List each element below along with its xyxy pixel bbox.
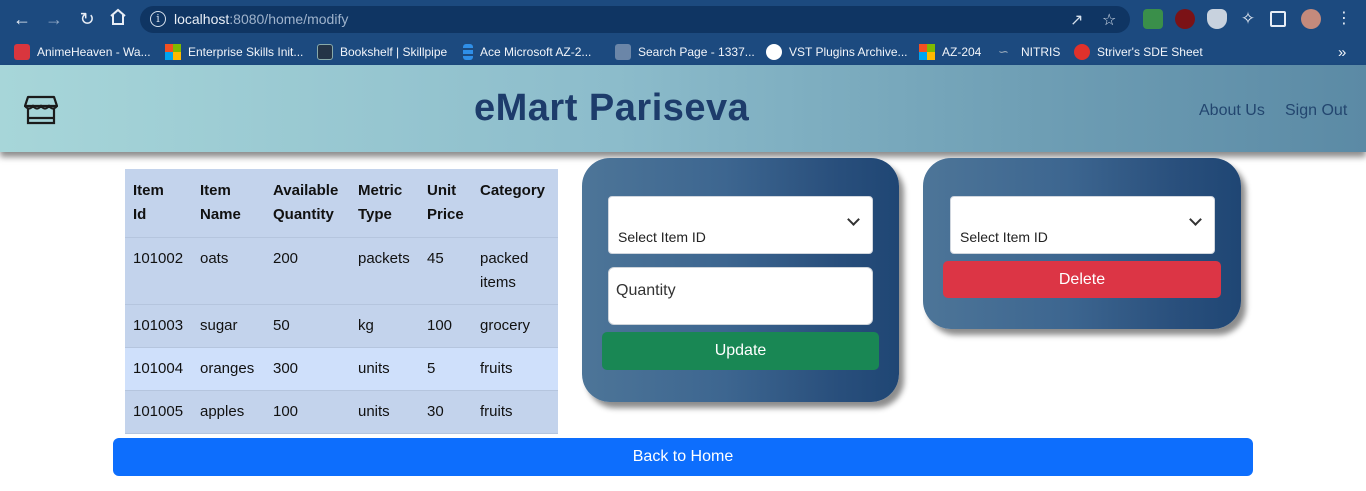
bookmark-item[interactable]: VST Plugins Archive... xyxy=(766,43,908,61)
delete-item-select[interactable]: Select Item ID xyxy=(950,196,1215,254)
browser-toolbar: ← → ↻ i localhost:8080/home/modify ↗ ☆ ✧… xyxy=(0,0,1366,38)
reload-icon[interactable]: ↻ xyxy=(76,8,98,30)
cell-metric: units xyxy=(350,347,419,391)
cell-category: fruits xyxy=(472,347,558,391)
chevron-down-icon xyxy=(1189,213,1202,226)
cell-category: grocery xyxy=(472,304,558,348)
bookmark-item[interactable]: Striver's SDE Sheet xyxy=(1074,43,1203,61)
cell-quantity: 100 xyxy=(265,390,350,434)
column-header: Unit Price xyxy=(419,169,472,238)
cell-item-id: 101004 xyxy=(125,347,192,391)
microsoft-icon xyxy=(165,44,181,60)
menu-icon[interactable]: ⋮ xyxy=(1333,8,1355,30)
cell-quantity: 300 xyxy=(265,347,350,391)
about-us-link[interactable]: About Us xyxy=(1199,102,1265,120)
stack-icon xyxy=(463,44,473,60)
tuf-icon xyxy=(1074,44,1090,60)
cell-price: 45 xyxy=(419,237,472,305)
delete-panel: Select Item ID Delete xyxy=(923,158,1241,329)
brand-title: eMart Pariseva xyxy=(474,87,750,129)
chevron-down-icon xyxy=(847,213,860,226)
update-item-select[interactable]: Select Item ID xyxy=(608,196,873,254)
table-row: 101005 apples 100 units 30 fruits xyxy=(125,390,558,434)
bookmark-item[interactable]: AnimeHeaven - Wa... xyxy=(14,43,151,61)
url-text: localhost:8080/home/modify xyxy=(174,11,349,27)
bookmarks-overflow[interactable]: » xyxy=(1338,43,1346,61)
ublock-icon[interactable] xyxy=(1175,9,1195,29)
back-arrow-icon[interactable]: ← xyxy=(11,8,33,30)
bookmark-item[interactable]: Ace Microsoft AZ-2... xyxy=(463,43,591,61)
cell-category: packed items xyxy=(472,237,558,305)
sign-out-link[interactable]: Sign Out xyxy=(1285,102,1347,120)
globe-icon xyxy=(766,44,782,60)
nitris-icon: ∽ xyxy=(998,44,1009,59)
address-bar[interactable]: i localhost:8080/home/modify ↗ ☆ xyxy=(140,6,1130,33)
bookmark-item[interactable]: Bookshelf | Skillpipe xyxy=(317,43,447,61)
inventory-table: Item Id Item Name Available Quantity Metric… xyxy=(125,169,558,434)
animeheaven-icon xyxy=(14,44,30,60)
cell-metric: units xyxy=(350,390,419,434)
column-header: Available Quantity xyxy=(265,169,350,238)
quantity-input[interactable]: Quantity xyxy=(608,267,873,325)
store-icon[interactable] xyxy=(24,95,58,125)
delete-button[interactable]: Delete xyxy=(943,261,1221,298)
cell-item-id: 101002 xyxy=(125,237,192,305)
skillpipe-icon xyxy=(317,44,333,60)
extension-green-icon[interactable] xyxy=(1143,9,1163,29)
table-row: 101002 oats 200 packets 45 packed items xyxy=(125,237,558,305)
column-header: Metric Type xyxy=(350,169,419,238)
bookmark-item[interactable]: Search Page - 1337... xyxy=(615,43,755,61)
cell-price: 100 xyxy=(419,304,472,348)
site-info-icon[interactable]: i xyxy=(150,11,166,27)
share-icon[interactable]: ↗ xyxy=(1070,10,1083,30)
table-row: 101004 oranges 300 units 5 fruits xyxy=(125,347,558,391)
back-to-home-button[interactable]: Back to Home xyxy=(113,438,1253,476)
table-header-row: Item Id Item Name Available Quantity Metric… xyxy=(125,169,558,238)
bookmark-star-icon[interactable]: ☆ xyxy=(1102,10,1116,30)
update-panel: Select Item ID Quantity Update xyxy=(582,158,899,402)
cell-category: fruits xyxy=(472,390,558,434)
cell-metric: kg xyxy=(350,304,419,348)
cell-metric: packets xyxy=(350,237,419,305)
home-icon[interactable] xyxy=(107,8,129,30)
avatar[interactable] xyxy=(1301,9,1321,29)
bookmark-item[interactable]: ∽ NITRIS xyxy=(998,43,1060,61)
bookmark-item[interactable]: AZ-204 xyxy=(919,43,981,61)
puzzle-icon[interactable]: ✧ xyxy=(1237,8,1259,30)
bookmarks-bar: AnimeHeaven - Wa... Enterprise Skills In… xyxy=(0,38,1366,65)
cell-item-id: 101003 xyxy=(125,304,192,348)
cell-item-name: oats xyxy=(192,237,265,305)
cell-item-name: apples xyxy=(192,390,265,434)
torrent-icon xyxy=(615,44,631,60)
column-header: Item Name xyxy=(192,169,265,238)
microsoft-icon xyxy=(919,44,935,60)
column-header: Category xyxy=(472,169,558,238)
sidebar-icon[interactable] xyxy=(1270,11,1286,27)
cell-item-id: 101005 xyxy=(125,390,192,434)
shield-extension-icon[interactable] xyxy=(1207,9,1227,29)
cell-price: 5 xyxy=(419,347,472,391)
cell-item-name: sugar xyxy=(192,304,265,348)
forward-arrow-icon[interactable]: → xyxy=(43,8,65,30)
app-header: eMart Pariseva About Us Sign Out xyxy=(0,65,1366,152)
update-button[interactable]: Update xyxy=(602,332,879,370)
table-row: 101003 sugar 50 kg 100 grocery xyxy=(125,304,558,348)
cell-price: 30 xyxy=(419,390,472,434)
cell-quantity: 50 xyxy=(265,304,350,348)
cell-quantity: 200 xyxy=(265,237,350,305)
bookmark-item[interactable]: Enterprise Skills Init... xyxy=(165,43,303,61)
column-header: Item Id xyxy=(125,169,192,238)
cell-item-name: oranges xyxy=(192,347,265,391)
